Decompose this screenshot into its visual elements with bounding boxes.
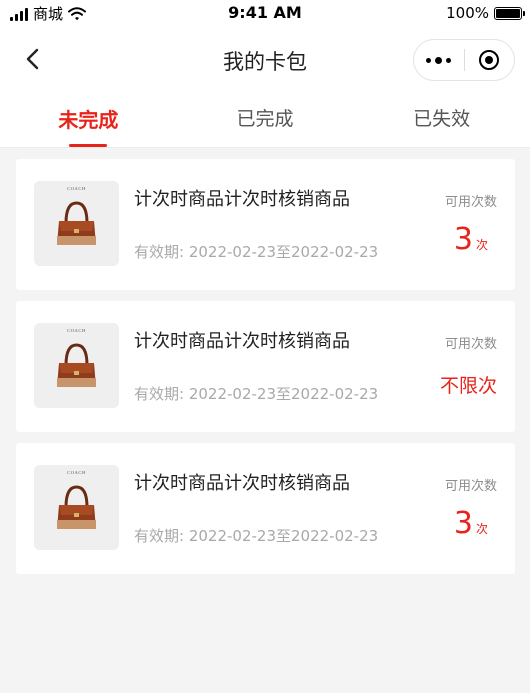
count-value: 3 次 [454,507,488,541]
header: 商城 9:41 AM 100% 我的卡包 未完成 已完成 已失效 [0,0,530,148]
count-number: 3 [453,506,473,541]
tab-active-indicator [69,144,108,147]
card-validity: 有效期: 2022-02-23至2022-02-23 [134,385,379,403]
handbag-image: COACH [34,323,119,408]
card-item[interactable]: COACH 计次时商品计次时核销商品 有效期: 2022-02-23至2022-… [16,301,515,432]
card-title: 计次时商品计次时核销商品 [134,331,350,352]
navigation-bar: 我的卡包 [0,30,530,90]
count-number: 3 [453,222,473,257]
count-label: 可用次数 [444,337,497,352]
product-image: COACH [34,465,119,550]
tab-incomplete[interactable]: 未完成 [0,90,177,147]
product-image: COACH [34,323,119,408]
close-button[interactable] [465,40,515,80]
tab-expired[interactable]: 已失效 [353,90,530,147]
tab-label: 已失效 [413,108,471,130]
count-unlimited: 不限次 [439,375,497,397]
brand-mark: COACH [67,470,86,475]
product-image: COACH [34,181,119,266]
card-validity: 有效期: 2022-02-23至2022-02-23 [134,243,379,261]
card-title: 计次时商品计次时核销商品 [134,189,350,210]
card-title: 计次时商品计次时核销商品 [134,473,350,494]
count-label: 可用次数 [444,195,497,210]
brand-mark: COACH [67,328,86,333]
handbag-image: COACH [34,181,119,266]
count-unit: 次 [475,522,488,536]
count-value: 3 次 [454,223,488,257]
card-list: COACH 计次时商品计次时核销商品 有效期: 2022-02-23至2022-… [16,159,515,585]
card-item[interactable]: COACH 计次时商品计次时核销商品 有效期: 2022-02-23至2022-… [16,159,515,290]
tab-label: 未完成 [58,108,119,132]
tab-bar: 未完成 已完成 已失效 [0,90,530,148]
tab-label: 已完成 [236,108,294,130]
brand-mark: COACH [67,186,86,191]
card-item[interactable]: COACH 计次时商品计次时核销商品 有效期: 2022-02-23至2022-… [16,443,515,574]
close-circle-icon [479,50,500,70]
battery-icon [494,6,525,20]
count-label: 可用次数 [444,479,497,494]
more-dots-icon [426,57,432,63]
status-bar: 商城 9:41 AM 100% [0,0,530,30]
count-unit: 次 [475,238,488,252]
mini-program-capsule [413,39,515,81]
handbag-image: COACH [34,465,119,550]
status-right: 100% [446,4,525,22]
more-button[interactable] [414,40,464,80]
battery-percent: 100% [446,4,489,22]
card-validity: 有效期: 2022-02-23至2022-02-23 [134,527,379,545]
tab-completed[interactable]: 已完成 [177,90,354,147]
